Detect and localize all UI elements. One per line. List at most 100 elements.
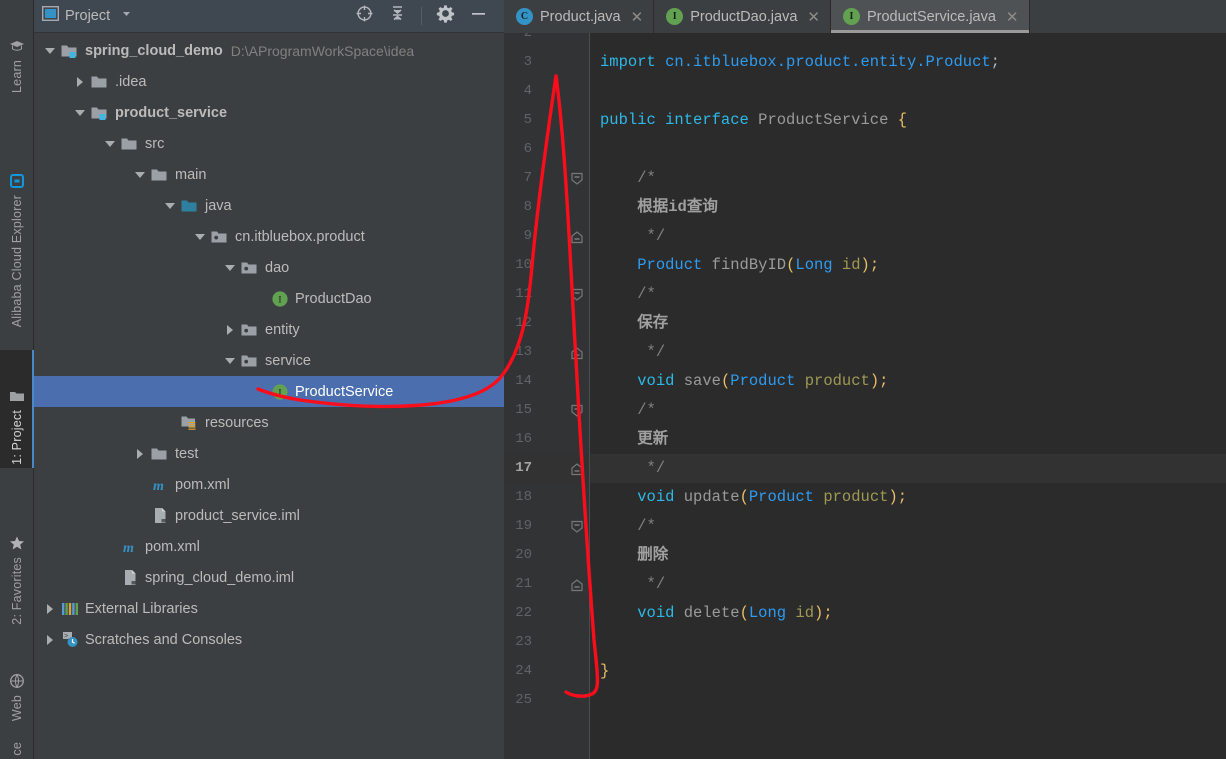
locate-target-icon[interactable]: [355, 4, 374, 28]
tree-row-label: test: [175, 445, 199, 462]
chevron-down-icon[interactable]: [120, 7, 133, 25]
code-line[interactable]: }: [590, 657, 1226, 686]
code-line[interactable]: */: [590, 454, 1226, 483]
fold-region-start-icon[interactable]: [570, 288, 584, 302]
tree-row[interactable]: .idea: [34, 66, 504, 97]
code-line[interactable]: */: [590, 570, 1226, 599]
chevron-right-icon[interactable]: [40, 603, 60, 614]
code-editor[interactable]: 2 3 4 5 6 7 8 9 10 11 12 13 14 15 16 17 18 19 20 21 22 23 24 25…: [504, 33, 1226, 759]
close-icon[interactable]: ✕: [807, 8, 820, 26]
editor-tab-label: ProductService.java: [866, 8, 996, 25]
line-number: 16: [515, 431, 532, 447]
chevron-right-icon[interactable]: [130, 448, 150, 459]
code-line[interactable]: */: [590, 222, 1226, 251]
toolbar-divider: [421, 7, 422, 25]
fold-region-start-icon[interactable]: [570, 172, 584, 186]
chevron-down-icon[interactable]: [100, 140, 120, 147]
chevron-down-icon[interactable]: [220, 357, 240, 364]
tree-row[interactable]: cn.itbluebox.product: [34, 221, 504, 252]
code-line[interactable]: import cn.itbluebox.product.entity.Produ…: [590, 48, 1226, 77]
code-line[interactable]: [590, 135, 1226, 164]
tree-row[interactable]: test: [34, 438, 504, 469]
code-line[interactable]: 保存: [590, 309, 1226, 338]
code-line[interactable]: [590, 77, 1226, 106]
chevron-down-icon[interactable]: [160, 202, 180, 209]
code-text-area[interactable]: import cn.itbluebox.product.entity.Produ…: [590, 33, 1226, 759]
tree-row[interactable]: java: [34, 190, 504, 221]
code-line[interactable]: 更新: [590, 425, 1226, 454]
line-number: 18: [515, 489, 532, 505]
close-icon[interactable]: ✕: [631, 8, 644, 26]
paren-open: (: [720, 372, 731, 390]
fold-region-end-icon[interactable]: [570, 462, 584, 476]
toolwindow-tab-favorites[interactable]: 2: Favorites: [0, 478, 34, 628]
code-line[interactable]: /*: [590, 164, 1226, 193]
tree-row-label: java: [205, 197, 232, 214]
comment-start: /*: [637, 285, 656, 303]
tree-row[interactable]: I ProductDao: [34, 283, 504, 314]
tree-row[interactable]: product_service: [34, 97, 504, 128]
code-line[interactable]: 删除: [590, 541, 1226, 570]
fold-region-end-icon[interactable]: [570, 230, 584, 244]
minimize-icon[interactable]: [469, 4, 488, 28]
toolwindow-tab-project[interactable]: 1: Project: [0, 350, 34, 468]
code-line[interactable]: [590, 33, 1226, 48]
tree-row[interactable]: spring_cloud_demo D:\AProgramWorkSpace\id…: [34, 35, 504, 66]
code-line[interactable]: /*: [590, 396, 1226, 425]
param-name: product: [804, 372, 870, 390]
code-line[interactable]: */: [590, 338, 1226, 367]
tree-row[interactable]: product_service.iml: [34, 500, 504, 531]
tree-row[interactable]: External Libraries: [34, 593, 504, 624]
tree-row[interactable]: m pom.xml: [34, 469, 504, 500]
tree-row[interactable]: dao: [34, 252, 504, 283]
fold-region-end-icon[interactable]: [570, 346, 584, 360]
tree-row[interactable]: spring_cloud_demo.iml: [34, 562, 504, 593]
toolwindow-tab-learn[interactable]: Learn: [0, 0, 34, 96]
gear-icon[interactable]: [436, 4, 455, 28]
chevron-right-icon[interactable]: [40, 634, 60, 645]
toolwindow-tab-web[interactable]: Web: [0, 636, 34, 724]
editor-tab[interactable]: I ProductDao.java ✕: [654, 0, 831, 33]
fold-region-start-icon[interactable]: [570, 520, 584, 534]
code-line[interactable]: void delete(Long id);: [590, 599, 1226, 628]
code-line[interactable]: /*: [590, 280, 1226, 309]
code-line[interactable]: void save(Product product);: [590, 367, 1226, 396]
tree-row[interactable]: >_ Scratches and Consoles: [34, 624, 504, 655]
chevron-down-icon[interactable]: [130, 171, 150, 178]
tree-row[interactable]: m pom.xml: [34, 531, 504, 562]
code-line[interactable]: void update(Product product);: [590, 483, 1226, 512]
toolwindow-tab-partial[interactable]: ce: [0, 728, 34, 759]
return-type: Product: [637, 256, 703, 274]
code-line[interactable]: [590, 686, 1226, 715]
close-icon[interactable]: ✕: [1006, 8, 1019, 26]
code-line[interactable]: [590, 628, 1226, 657]
tree-row[interactable]: entity: [34, 314, 504, 345]
editor-tab[interactable]: I ProductService.java ✕: [830, 0, 1030, 33]
tree-row[interactable]: resources: [34, 407, 504, 438]
collapse-all-icon[interactable]: [388, 4, 407, 28]
fold-region-end-icon[interactable]: [570, 578, 584, 592]
code-line[interactable]: /*: [590, 512, 1226, 541]
chevron-down-icon[interactable]: [70, 109, 90, 116]
project-file-tree[interactable]: spring_cloud_demo D:\AProgramWorkSpace\id…: [34, 33, 504, 759]
left-tool-strip: Learn Alibaba Cloud Explorer 1: Project …: [0, 0, 34, 759]
chevron-right-icon[interactable]: [70, 76, 90, 87]
code-line[interactable]: Product findByID(Long id);: [590, 251, 1226, 280]
toolwindow-tab-alibaba-cloud-explorer[interactable]: Alibaba Cloud Explorer: [0, 100, 34, 330]
chevron-down-icon[interactable]: [190, 233, 210, 240]
editor-tab[interactable]: C Product.java ✕: [504, 0, 655, 33]
tree-row-selected[interactable]: I ProductService: [34, 376, 504, 407]
fold-region-start-icon[interactable]: [570, 404, 584, 418]
code-line[interactable]: public interface ProductService {: [590, 106, 1226, 135]
tree-row[interactable]: src: [34, 128, 504, 159]
code-line[interactable]: 根据id查询: [590, 193, 1226, 222]
chevron-down-icon[interactable]: [220, 264, 240, 271]
project-panel-title: Project: [65, 8, 111, 24]
editor-gutter[interactable]: 2 3 4 5 6 7 8 9 10 11 12 13 14 15 16 17 18 19 20 21 22 23 24 25: [504, 33, 628, 759]
tree-row[interactable]: main: [34, 159, 504, 190]
tree-row[interactable]: service: [34, 345, 504, 376]
line-number: 5: [523, 112, 532, 128]
chevron-right-icon[interactable]: [220, 324, 240, 335]
chevron-down-icon[interactable]: [40, 47, 60, 54]
toolwindow-tab-label: Alibaba Cloud Explorer: [10, 194, 24, 327]
